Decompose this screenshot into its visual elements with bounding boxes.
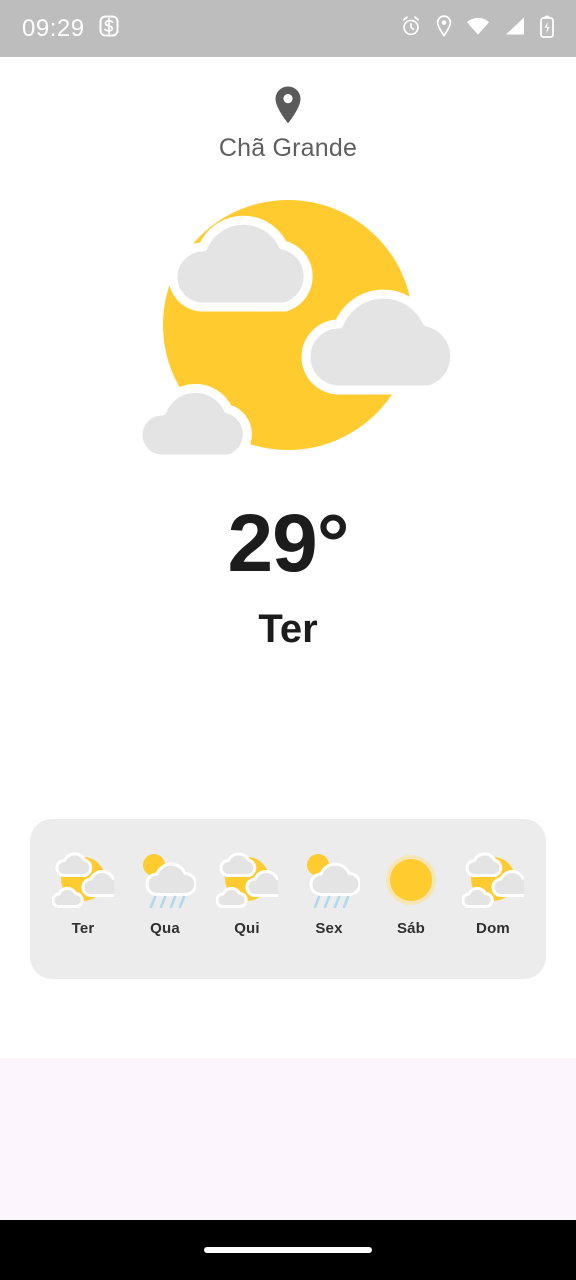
home-indicator[interactable] [204,1247,372,1253]
location-name: Chã Grande [218,134,358,162]
current-day: Ter [258,607,318,651]
location-header[interactable]: Chã Grande [219,85,357,163]
forecast-day-label: Ter [71,920,95,937]
battery-charging-icon [540,15,554,43]
weather-app-screen: 09:29 Chã Grande 29° Ter Ter Qua Qui Sex… [0,0,576,1280]
bottom-panel [0,1058,576,1220]
s-badge-icon [99,15,119,42]
system-navigation-bar [0,1220,576,1280]
forecast-day-0[interactable]: Ter [44,844,124,954]
forecast-day-2[interactable]: Qui [208,844,288,954]
forecast-day-label: Dom [476,920,510,937]
forecast-day-5[interactable]: Dom [454,844,534,954]
forecast-day-label: Qua [150,920,180,937]
forecast-day-label: Qui [234,920,260,937]
location-pin-icon [436,15,452,42]
wifi-icon [466,16,490,41]
status-bar-right [400,15,554,43]
cell-signal-icon [504,16,526,41]
forecast-day-4[interactable]: Sáb [372,844,450,954]
forecast-day-label: Sex [315,920,343,937]
alarm-icon [400,15,422,42]
sun-icon [380,852,442,908]
map-pin-icon [273,85,303,130]
status-bar: 09:29 [0,0,576,57]
status-bar-clock: 09:29 [22,14,85,42]
sun-behind-clouds-icon [118,195,460,464]
sun-behind-clouds-icon [461,852,534,908]
forecast-card: Ter Qua Qui Sex Sáb Dom [30,819,546,979]
main-content: Chã Grande 29° Ter Ter Qua Qui Sex Sáb D… [0,57,576,1220]
sun-behind-clouds-icon [51,852,124,908]
forecast-day-3[interactable]: Sex [290,844,368,954]
forecast-day-1[interactable]: Qua [126,844,204,954]
status-bar-left: 09:29 [22,15,119,42]
current-temperature: 29° [227,498,349,589]
sun-behind-clouds-icon [215,852,288,908]
forecast-day-label: Sáb [396,920,426,937]
sun-behind-rain-cloud-icon [298,852,362,909]
sun-behind-rain-cloud-icon [134,852,198,909]
